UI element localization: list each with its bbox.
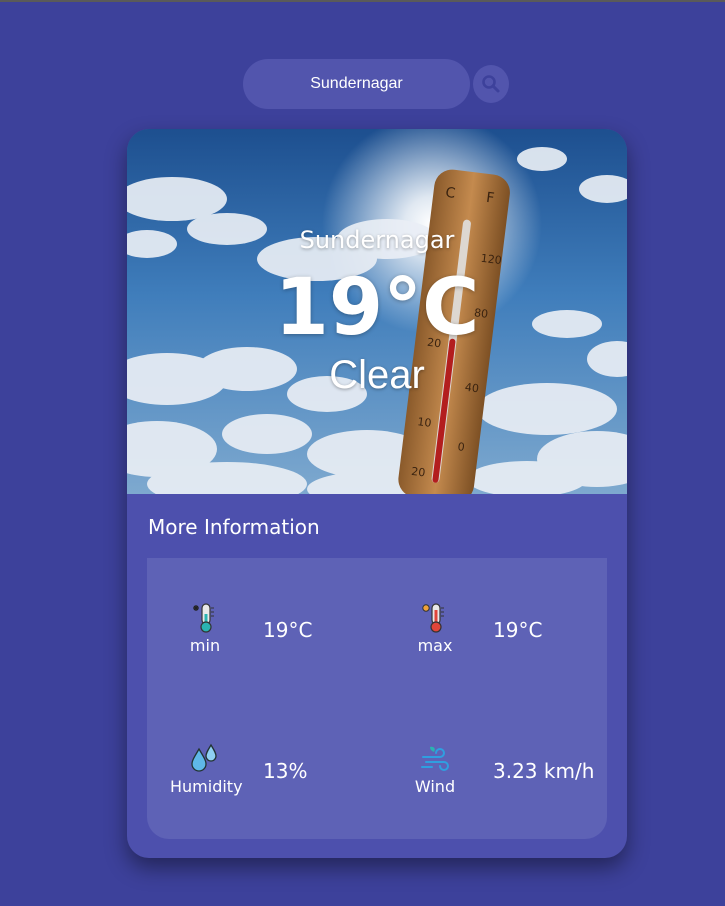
window-top-border xyxy=(0,0,725,2)
wind-icon xyxy=(421,746,449,771)
max-temp-value: 19°C xyxy=(493,618,543,642)
city-search-input[interactable] xyxy=(243,59,470,109)
max-label: max xyxy=(417,636,453,655)
wind-value: 3.23 km/h xyxy=(493,759,595,783)
wind-item: Wind xyxy=(400,743,470,796)
search-icon xyxy=(482,75,500,93)
current-temperature: 19°C xyxy=(274,263,480,353)
weather-hero-image: C F 120 80 20 40 10 0 20 Sundernagar 19°… xyxy=(127,129,627,494)
more-information-title: More Information xyxy=(148,515,320,539)
min-label: min xyxy=(189,636,221,655)
search-button[interactable] xyxy=(473,65,509,103)
weather-condition: Clear xyxy=(329,353,425,397)
min-temp-value: 19°C xyxy=(263,618,313,642)
thermometer-hot-icon xyxy=(422,603,444,633)
wind-label: Wind xyxy=(414,777,456,796)
humidity-item: Humidity xyxy=(170,743,243,796)
droplets-icon xyxy=(191,743,217,772)
thermometer-cold-icon xyxy=(193,603,214,633)
more-information-panel: min 19°C max 19°C Humidity 13% Wind 3.23… xyxy=(147,558,607,839)
max-temp-item: max xyxy=(400,602,470,655)
humidity-value: 13% xyxy=(263,759,308,783)
humidity-label: Humidity xyxy=(170,777,243,796)
city-name: Sundernagar xyxy=(299,226,455,254)
min-temp-item: min xyxy=(170,602,240,655)
weather-card: C F 120 80 20 40 10 0 20 Sundernagar 19°… xyxy=(127,129,627,858)
